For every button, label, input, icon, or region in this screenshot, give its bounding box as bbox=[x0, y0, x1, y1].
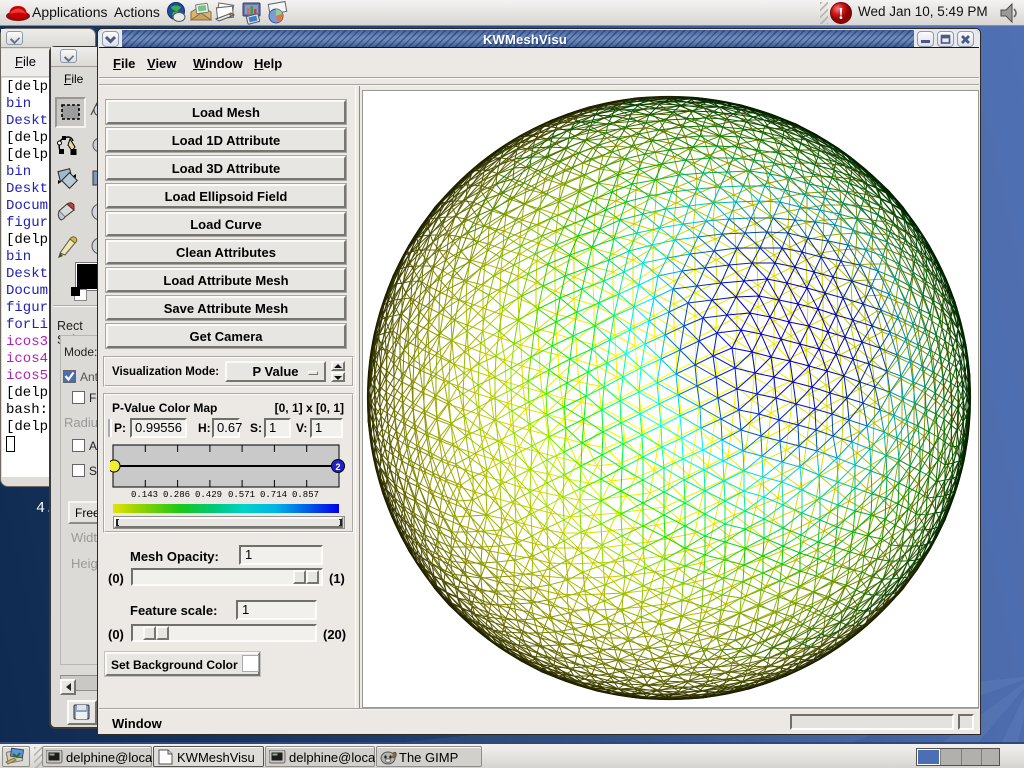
svg-text:!: ! bbox=[838, 4, 844, 23]
svg-text:2: 2 bbox=[335, 462, 340, 472]
